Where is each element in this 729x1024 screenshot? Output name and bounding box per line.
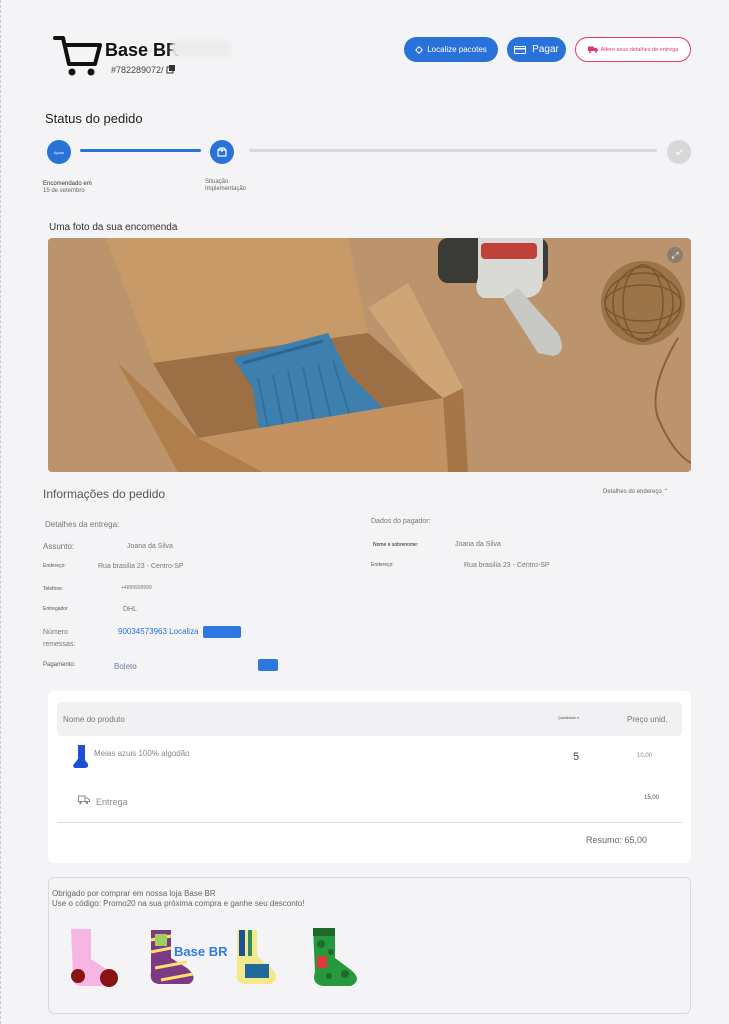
shipping-price: 15,00 bbox=[644, 795, 660, 801]
order-info-title: Informações do pedido bbox=[43, 487, 166, 501]
step-implementation-label-line2: Implementação bbox=[205, 186, 247, 192]
tracking-label-line2: remessas: bbox=[43, 641, 76, 648]
payer-section-title: Dados do pagador: bbox=[371, 518, 431, 525]
table-divider bbox=[57, 822, 682, 823]
pay-icon bbox=[514, 45, 527, 54]
payer-address-value: Rua brasilia 23 - Centro-SP bbox=[464, 562, 550, 569]
address-details-link[interactable]: Detalhes do endereço ⌃ bbox=[603, 488, 668, 495]
col-product-header: Nome do produto bbox=[63, 715, 125, 724]
order-summary: Resumo: 65,00 bbox=[586, 835, 648, 845]
step-ordered-label: Encomendado em 15 de setembro bbox=[43, 181, 92, 195]
sock-teal-icon bbox=[236, 930, 301, 984]
table-row bbox=[71, 744, 91, 770]
subject-value: Joana da Silva bbox=[127, 543, 173, 550]
table-header bbox=[57, 702, 682, 736]
expand-icon: ⤢ bbox=[671, 249, 679, 260]
phone-value: +4899999999 bbox=[121, 585, 152, 591]
step-implementation-label: Situação Implementação bbox=[205, 179, 246, 193]
locate-packages-button[interactable]: Localize pacotes bbox=[404, 37, 498, 62]
step-ordered: Apoio bbox=[47, 140, 71, 164]
tracking-label-line1: Número bbox=[43, 629, 68, 636]
col-price-header: Preço unid. bbox=[627, 715, 668, 724]
change-delivery-label: Altere seus detalhes de entrega bbox=[600, 46, 679, 53]
pay-label: Pagar bbox=[532, 44, 559, 55]
step-implementation bbox=[210, 140, 234, 164]
truck-icon bbox=[587, 46, 598, 53]
package-photo-image bbox=[48, 238, 691, 472]
brand-blur bbox=[171, 40, 231, 58]
tracking-redacted bbox=[203, 626, 241, 638]
locate-icon bbox=[415, 45, 424, 54]
progress-line-idle bbox=[249, 149, 657, 152]
product-qty: 5 bbox=[573, 751, 580, 763]
payment-label: Pagamento: bbox=[43, 662, 76, 668]
sock-pink-icon bbox=[71, 929, 127, 987]
payment-value: Boleto bbox=[114, 662, 137, 671]
shipping-truck-icon bbox=[78, 795, 90, 805]
collapse-icon: ⌃ bbox=[663, 489, 669, 495]
phone-label: Telefone: bbox=[43, 586, 64, 592]
delivery-section-title: Detalhes da entrega: bbox=[45, 520, 120, 529]
address-label: Endereço: bbox=[43, 563, 66, 569]
sock-green-icon bbox=[313, 928, 357, 986]
status-title: Status do pedido bbox=[45, 111, 143, 126]
locate-packages-label: Localize pacotes bbox=[427, 45, 487, 54]
promo-line1: Obrigado por comprar em nossa loja Base … bbox=[52, 889, 216, 898]
payer-name-label: Nome e sobrenome: bbox=[373, 542, 419, 548]
photo-title: Uma foto da sua encomenda bbox=[49, 222, 178, 233]
carrier-value: DHL bbox=[123, 606, 138, 613]
carrier-label: Entregador bbox=[43, 606, 68, 612]
step-delivered bbox=[667, 140, 691, 164]
progress-line-active bbox=[80, 149, 201, 152]
box-icon bbox=[217, 147, 227, 157]
product-name: Meias azuis 100% algodão bbox=[94, 749, 190, 758]
promo-logo: Base BR bbox=[174, 944, 228, 959]
payment-redacted bbox=[258, 659, 278, 671]
tracking-link[interactable]: 90034573963 Localiza bbox=[118, 627, 199, 636]
order-id: #782289072/ bbox=[111, 65, 164, 75]
change-delivery-button[interactable]: Altere seus detalhes de entrega bbox=[575, 37, 691, 62]
cart-icon bbox=[53, 36, 102, 76]
promo-line2: Use o código: Promo20 na sua próxima com… bbox=[52, 899, 305, 908]
sock-icon bbox=[73, 745, 89, 768]
step-implementation-label-line1: Situação bbox=[205, 179, 229, 185]
copy-icon[interactable] bbox=[166, 64, 176, 74]
step-ordered-label-line1: Encomendado em bbox=[43, 181, 92, 187]
address-details-label: Detalhes do endereço bbox=[603, 489, 662, 495]
shipping-label: Entrega bbox=[96, 797, 128, 807]
address-value: Rua brasilia 23 - Centro-SP bbox=[98, 563, 184, 570]
subject-label: Assunto: bbox=[43, 542, 75, 551]
step-ordered-label-line2: 15 de setembro bbox=[43, 188, 85, 194]
product-price: 10,00 bbox=[637, 753, 653, 759]
pay-button[interactable]: Pagar bbox=[507, 37, 566, 62]
expand-photo-button[interactable]: ⤢ bbox=[667, 247, 683, 263]
payer-name-value: Joana da Silva bbox=[455, 541, 501, 548]
promo-text: Obrigado por comprar em nossa loja Base … bbox=[52, 889, 305, 909]
brand-name: Base BR bbox=[105, 40, 180, 60]
tracking-label: Número remessas: bbox=[43, 627, 75, 651]
col-qty-header[interactable]: Quantidade ▾ bbox=[558, 716, 579, 720]
payer-address-label: Endereço: bbox=[371, 562, 394, 568]
check-icon bbox=[675, 149, 683, 156]
step-ordered-text: Apoio bbox=[53, 149, 65, 155]
package-photo: ⤢ bbox=[48, 238, 691, 472]
